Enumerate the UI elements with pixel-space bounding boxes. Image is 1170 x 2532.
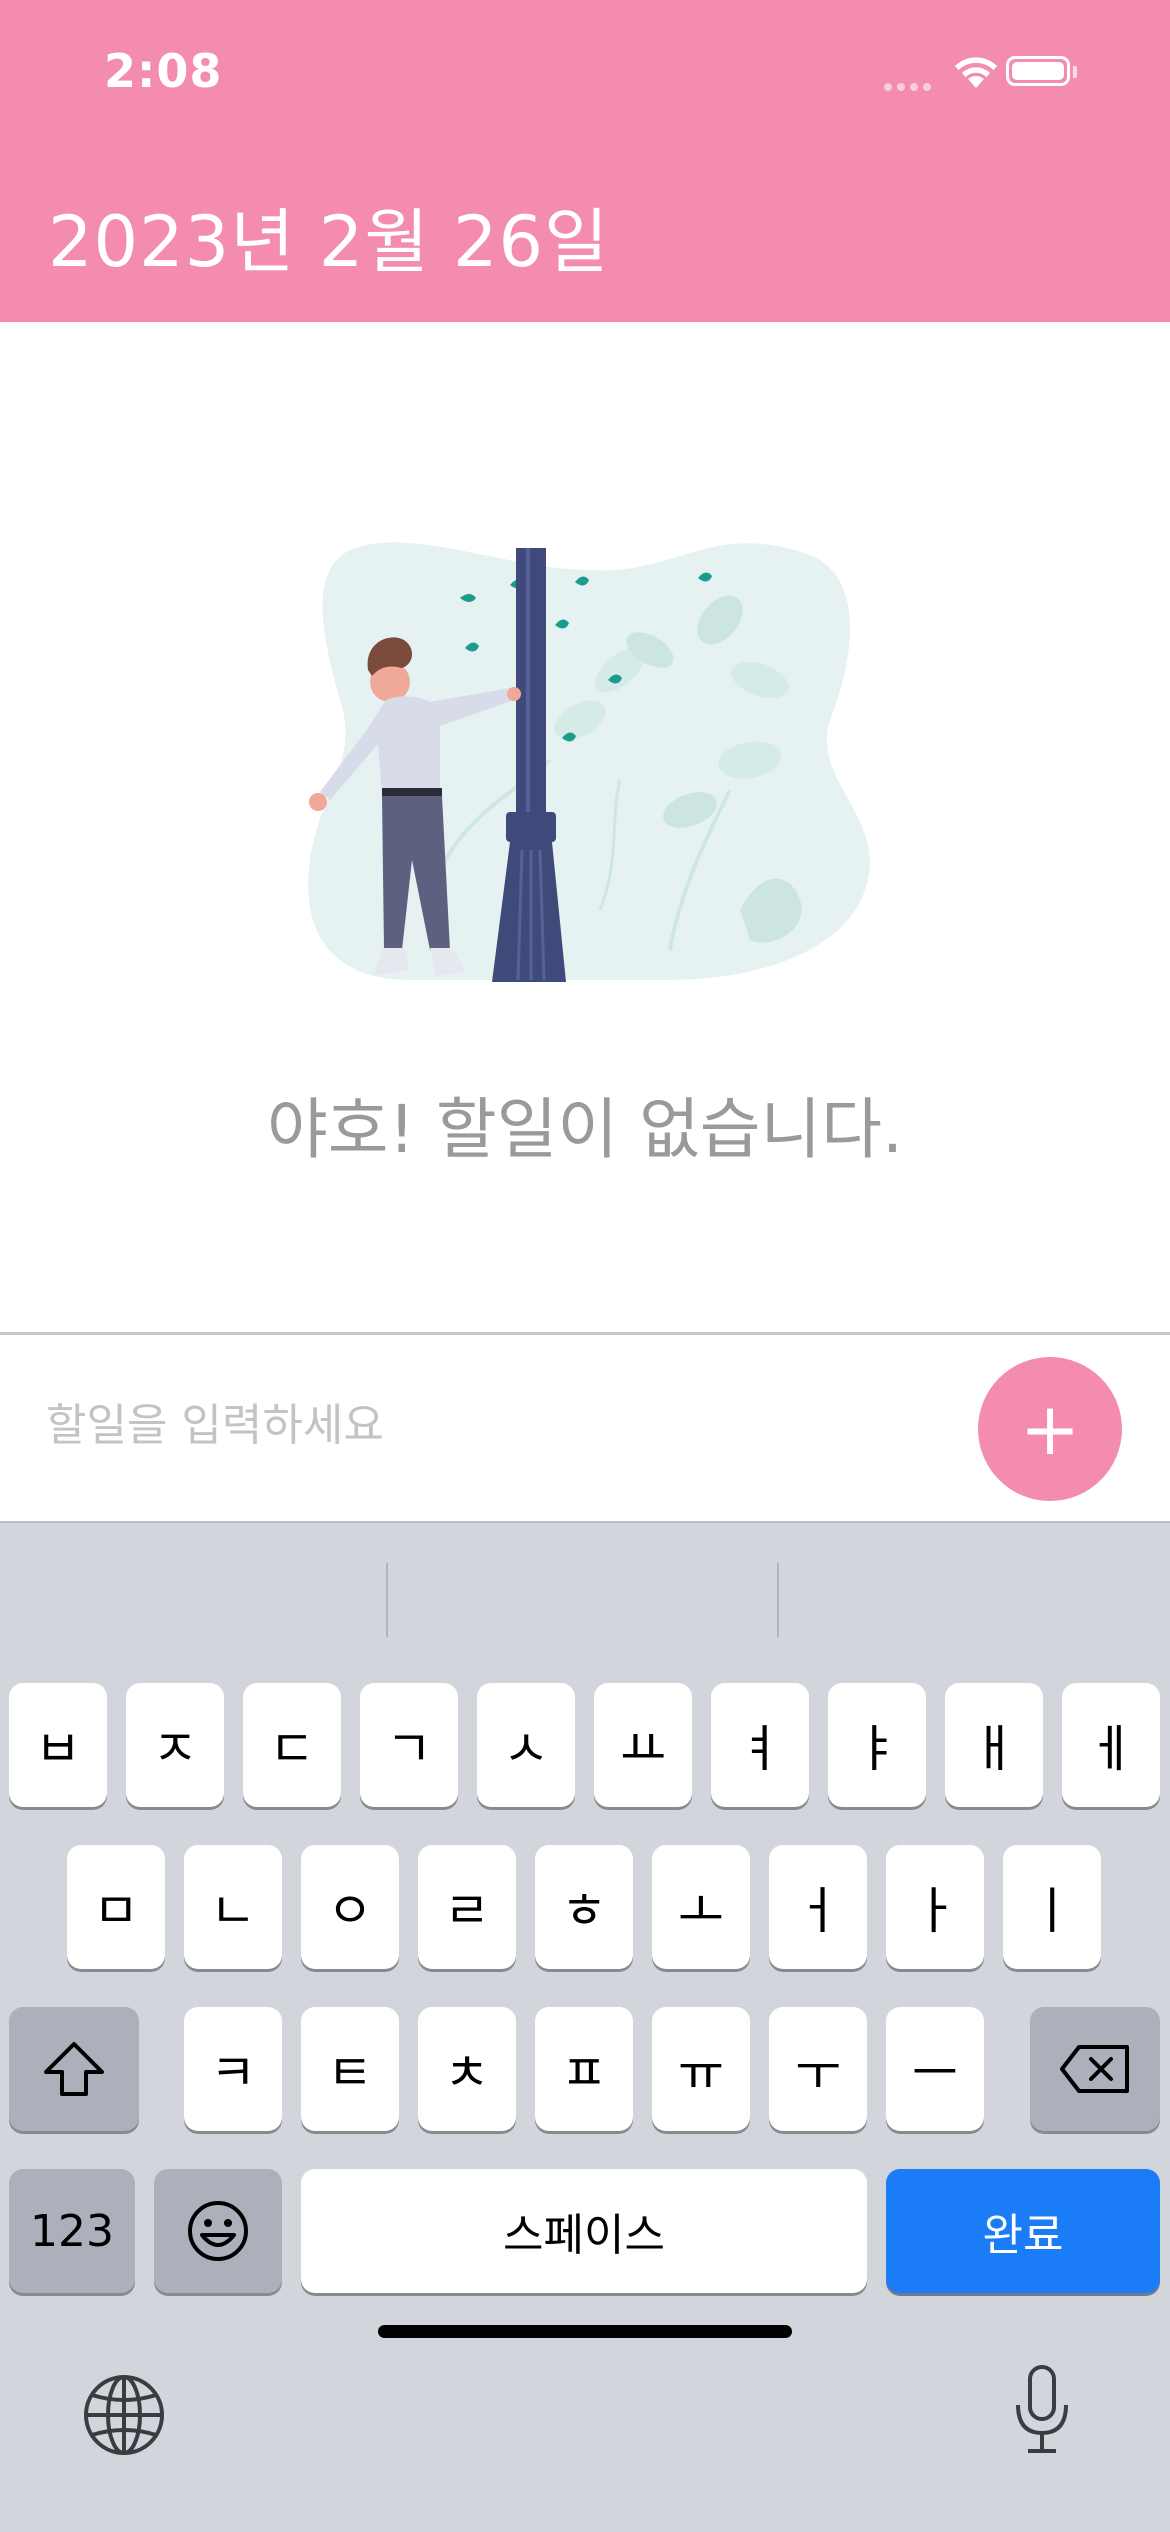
key[interactable]: ㅂ — [9, 1683, 107, 1807]
shift-key[interactable] — [9, 2007, 139, 2131]
backspace-key[interactable] — [1030, 2007, 1160, 2131]
home-indicator[interactable] — [378, 2325, 792, 2338]
key[interactable]: ㅜ — [769, 2007, 867, 2131]
add-todo-button[interactable]: + — [978, 1357, 1122, 1501]
key[interactable]: ㅛ — [594, 1683, 692, 1807]
done-key[interactable]: 완료 — [886, 2169, 1160, 2293]
key[interactable]: ㅊ — [418, 2007, 516, 2131]
todo-input[interactable] — [46, 1385, 926, 1465]
emoji-icon — [188, 2201, 248, 2261]
key[interactable]: ㅋ — [184, 2007, 282, 2131]
key[interactable]: ㄱ — [360, 1683, 458, 1807]
empty-state-message: 야호! 할일이 없습니다. — [267, 1091, 903, 1168]
emoji-key[interactable] — [154, 2169, 282, 2293]
backspace-icon — [1060, 2045, 1129, 2093]
key[interactable]: ㅈ — [126, 1683, 224, 1807]
space-key[interactable]: 스페이스 — [301, 2169, 867, 2293]
app-header: 2:08 2023년 2월 26일 — [0, 0, 1170, 322]
key[interactable]: ㄴ — [184, 1845, 282, 1969]
korean-keyboard: ㅂ ㅈ ㄷ ㄱ ㅅ ㅛ ㅕ ㅑ ㅐ ㅔ ㅁ ㄴ ㅇ ㄹ ㅎ ㅗ ㅓ ㅏ ㅣ ㅋ … — [0, 1521, 1170, 2532]
plus-icon: + — [1019, 1387, 1081, 1471]
empty-state-illustration — [308, 542, 870, 982]
cellular-signal-icon — [884, 76, 936, 95]
shift-icon — [44, 2042, 104, 2096]
key[interactable]: ㅠ — [652, 2007, 750, 2131]
key[interactable]: ㅗ — [652, 1845, 750, 1969]
key[interactable]: ㅁ — [67, 1845, 165, 1969]
suggestion-divider — [777, 1563, 779, 1637]
battery-icon — [1006, 56, 1070, 86]
page-title: 2023년 2월 26일 — [48, 201, 610, 283]
key[interactable]: ㅣ — [1003, 1845, 1101, 1969]
key[interactable]: ㅔ — [1062, 1683, 1160, 1807]
microphone-icon[interactable] — [1010, 2363, 1074, 2459]
status-time: 2:08 — [104, 44, 223, 98]
status-indicators — [884, 52, 1114, 92]
key[interactable]: ㅇ — [301, 1845, 399, 1969]
key[interactable]: ㅅ — [477, 1683, 575, 1807]
key[interactable]: ㅕ — [711, 1683, 809, 1807]
key[interactable]: ㅡ — [886, 2007, 984, 2131]
globe-icon[interactable] — [82, 2373, 166, 2457]
todo-input-bar: + — [0, 1335, 1170, 1521]
key[interactable]: ㅌ — [301, 2007, 399, 2131]
key[interactable]: ㅓ — [769, 1845, 867, 1969]
key[interactable]: ㅑ — [828, 1683, 926, 1807]
key[interactable]: ㄹ — [418, 1845, 516, 1969]
key[interactable]: ㅍ — [535, 2007, 633, 2131]
wifi-icon — [955, 57, 997, 88]
suggestion-divider — [386, 1563, 388, 1637]
key[interactable]: ㅐ — [945, 1683, 1043, 1807]
key[interactable]: ㄷ — [243, 1683, 341, 1807]
key[interactable]: ㅎ — [535, 1845, 633, 1969]
numbers-key[interactable]: 123 — [9, 2169, 135, 2293]
key[interactable]: ㅏ — [886, 1845, 984, 1969]
